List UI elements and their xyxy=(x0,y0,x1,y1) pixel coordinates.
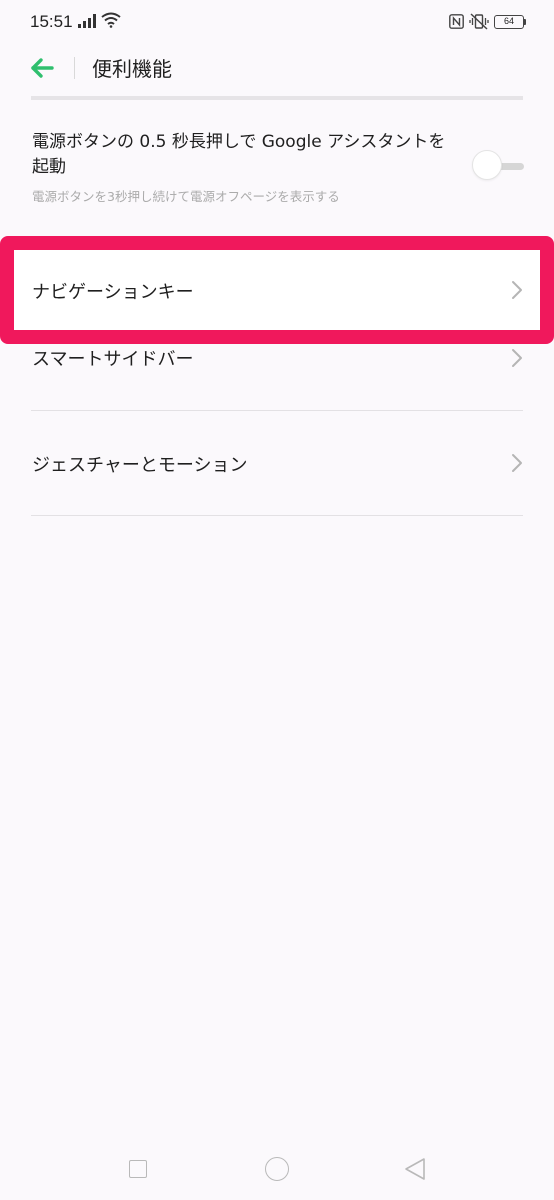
setting-title: 電源ボタンの 0.5 秒長押しで Google アシスタントを起動 xyxy=(32,132,446,177)
chevron-right-icon xyxy=(512,454,522,472)
setting-subtitle: 電源ボタンを3秒押し続けて電源オフページを表示する xyxy=(32,189,340,204)
system-navigation-bar xyxy=(0,1140,554,1200)
signal-icon xyxy=(78,14,96,28)
settings-item-gestures-motions[interactable]: ジェスチャーとモーション xyxy=(0,411,554,515)
wifi-icon xyxy=(101,12,121,28)
assistant-toggle[interactable] xyxy=(472,150,524,182)
settings-item-label: ナビゲーションキー xyxy=(32,282,194,303)
settings-item-smart-sidebar[interactable]: スマートサイドバー xyxy=(0,344,554,410)
chevron-right-icon xyxy=(512,349,522,367)
chevron-right-icon xyxy=(512,281,522,299)
settings-item-label: ジェスチャーとモーション xyxy=(32,455,248,476)
battery-tip xyxy=(524,19,526,25)
title-divider xyxy=(74,57,75,79)
battery-icon: 64 xyxy=(494,15,524,29)
back-button[interactable] xyxy=(28,52,64,84)
page-title: 便利機能 xyxy=(92,57,172,81)
back-icon[interactable] xyxy=(403,1157,427,1181)
arrow-left-icon xyxy=(31,58,54,78)
toggle-knob xyxy=(472,150,502,180)
title-bar: 便利機能 xyxy=(0,46,554,90)
status-time: 15:51 xyxy=(30,12,73,31)
row-divider xyxy=(31,515,523,516)
power-button-assistant-setting[interactable]: 電源ボタンの 0.5 秒長押しで Google アシスタントを起動 電源ボタンを… xyxy=(0,100,554,230)
vibrate-off-icon xyxy=(469,13,489,30)
settings-item-label: スマートサイドバー xyxy=(32,349,194,370)
settings-item-navigation-keys[interactable]: ナビゲーションキー xyxy=(0,236,554,344)
home-icon[interactable] xyxy=(265,1157,289,1181)
recents-icon[interactable] xyxy=(129,1160,147,1178)
nfc-icon xyxy=(449,14,464,29)
status-bar: 15:51 64 xyxy=(0,0,554,46)
